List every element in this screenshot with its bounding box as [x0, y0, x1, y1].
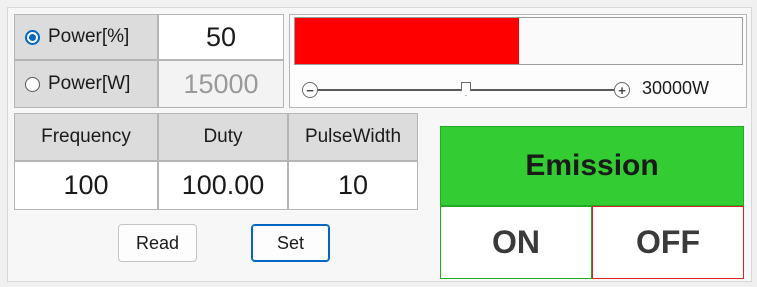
frequency-header: Frequency: [14, 113, 158, 161]
duty-header: Duty: [158, 113, 288, 161]
slider-increase-icon[interactable]: +: [614, 82, 630, 98]
radio-checked-icon: [25, 29, 40, 45]
pulsewidth-input[interactable]: 10: [288, 161, 418, 210]
read-button[interactable]: Read: [118, 224, 197, 262]
slider-max-label: 30000W: [642, 78, 710, 98]
power-watt-radio[interactable]: Power[W]: [14, 60, 158, 108]
radio-unchecked-icon: [25, 76, 40, 92]
emission-off-button[interactable]: OFF: [592, 206, 744, 279]
set-button[interactable]: Set: [251, 224, 330, 262]
power-percent-input[interactable]: 50: [158, 14, 284, 60]
duty-input[interactable]: 100.00: [158, 161, 288, 210]
power-percent-label: Power[%]: [48, 26, 130, 47]
power-watt-input[interactable]: 15000: [158, 60, 284, 108]
emission-on-button[interactable]: ON: [440, 206, 592, 279]
frequency-input[interactable]: 100: [14, 161, 158, 210]
power-level-bar: [294, 17, 743, 65]
power-percent-radio[interactable]: Power[%]: [14, 14, 158, 60]
slider-decrease-icon[interactable]: −: [302, 82, 318, 98]
pulsewidth-header: PulseWidth: [288, 113, 418, 161]
emission-header: Emission: [440, 126, 744, 206]
power-level-fill: [295, 18, 519, 64]
power-watt-label: Power[W]: [48, 73, 131, 94]
